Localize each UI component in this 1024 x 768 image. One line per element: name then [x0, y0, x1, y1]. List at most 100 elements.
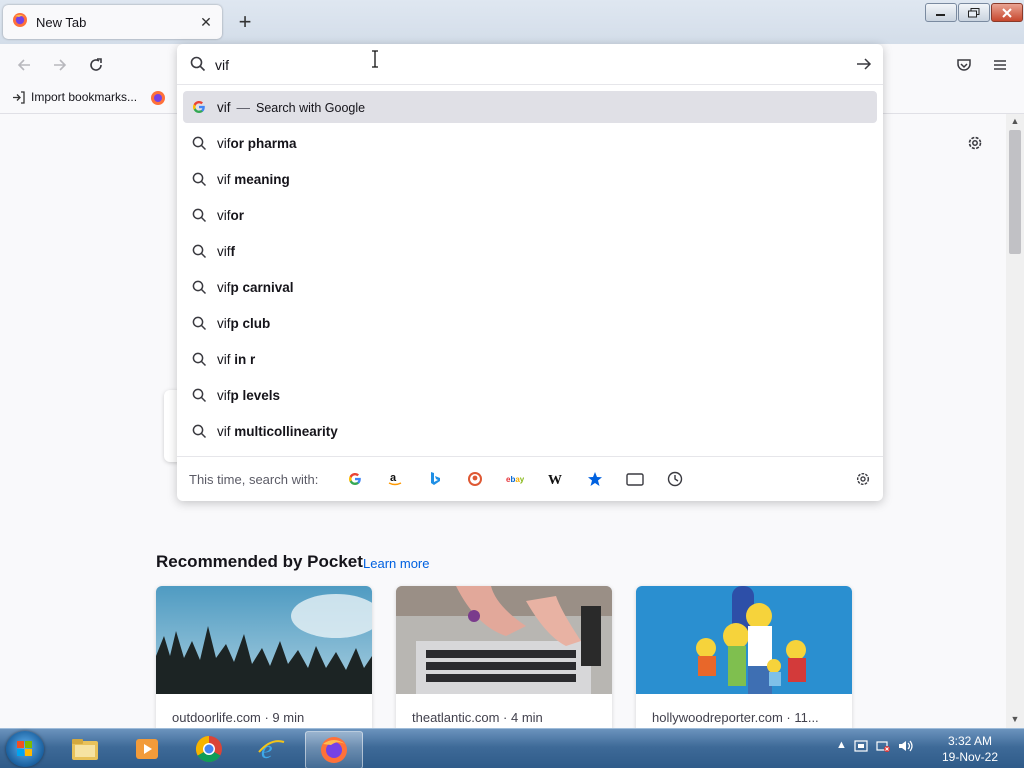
search-icon — [185, 208, 213, 223]
tab-new-tab[interactable]: New Tab ✕ — [3, 5, 222, 39]
close-window-button[interactable] — [991, 3, 1023, 22]
tabs-search-button[interactable] — [625, 469, 645, 489]
suggestion-text: vifp carnival — [217, 279, 294, 295]
search-icon — [185, 352, 213, 367]
pocket-icon — [957, 59, 971, 71]
system-tray: ▲ — [836, 739, 915, 753]
suggestion-text: vifor — [217, 207, 244, 223]
network-icon[interactable] — [875, 739, 891, 753]
bookmarks-search-button[interactable] — [585, 469, 605, 489]
card-source: outdoorlife.com · 9 min — [172, 710, 305, 725]
svg-text:W: W — [548, 473, 562, 486]
wikipedia-engine-button[interactable]: W — [545, 469, 565, 489]
learn-more-link[interactable]: Learn more — [363, 556, 429, 571]
history-search-button[interactable] — [665, 469, 685, 489]
one-off-label: This time, search with: — [189, 472, 319, 487]
minimize-button[interactable] — [925, 3, 957, 22]
pocket-card[interactable]: hollywoodreporter.com · 11... — [636, 586, 852, 736]
minimize-icon — [936, 13, 945, 16]
page-scrollbar[interactable]: ▲ ▼ — [1006, 114, 1024, 728]
taskbar-chrome[interactable] — [181, 731, 237, 767]
back-button[interactable] — [13, 54, 35, 76]
amazon-engine-button[interactable]: a — [385, 469, 405, 489]
taskbar-firefox[interactable] — [305, 731, 363, 768]
import-bookmarks-link[interactable]: Import bookmarks... — [12, 90, 137, 104]
suggestion-item[interactable]: vif multicollinearity — [183, 415, 877, 447]
pocket-card[interactable]: theatlantic.com · 4 min — [396, 586, 612, 736]
pocket-button[interactable] — [953, 54, 975, 76]
reload-icon — [90, 58, 102, 71]
firefox-icon — [321, 737, 347, 763]
duckduckgo-icon — [468, 472, 482, 486]
card-source: hollywoodreporter.com · 11... — [652, 710, 819, 725]
one-off-search-bar: This time, search with: a ebay W — [177, 456, 883, 502]
suggestion-text: vifp club — [217, 315, 271, 331]
search-icon — [185, 388, 213, 403]
app-menu-button[interactable] — [989, 54, 1011, 76]
search-settings-button[interactable] — [853, 469, 873, 489]
go-button[interactable] — [855, 55, 873, 78]
search-icon — [185, 316, 213, 331]
duckduckgo-engine-button[interactable] — [465, 469, 485, 489]
pocket-card[interactable]: outdoorlife.com · 9 min — [156, 586, 372, 736]
tab-icon — [626, 473, 644, 486]
bookmark-item[interactable] — [150, 90, 166, 106]
media-player-icon — [136, 739, 158, 759]
bing-engine-button[interactable] — [425, 469, 445, 489]
suggestion-text: vif multicollinearity — [217, 423, 338, 439]
taskbar-media-player[interactable] — [119, 731, 175, 767]
urlbar-input[interactable]: vif — [177, 44, 883, 85]
suggestion-google-search[interactable]: vif — Search with Google — [183, 91, 877, 123]
search-icon — [185, 172, 213, 187]
screen: New Tab ✕ + Import bookmarks... Recommen… — [0, 0, 1024, 768]
search-icon — [185, 424, 213, 439]
scroll-down-icon[interactable]: ▼ — [1006, 714, 1024, 724]
search-icon — [185, 136, 213, 151]
new-tab-button[interactable]: + — [232, 9, 258, 35]
volume-icon[interactable] — [897, 739, 915, 753]
start-button[interactable] — [6, 731, 44, 767]
suggestion-item[interactable]: viff — [183, 235, 877, 267]
reload-button[interactable] — [85, 54, 107, 76]
google-engine-button[interactable] — [345, 469, 365, 489]
import-bookmarks-label: Import bookmarks... — [31, 90, 138, 104]
suggestion-item[interactable]: vifp club — [183, 307, 877, 339]
svg-text:e: e — [261, 735, 273, 764]
suggestion-item[interactable]: vifp levels — [183, 379, 877, 411]
suggestion-text: vif in r — [217, 351, 256, 367]
ebay-engine-button[interactable]: ebay — [505, 469, 525, 489]
taskbar: e ▲ 3:32 AM 19-Nov-22 — [0, 728, 1024, 768]
suggestion-item[interactable]: vif meaning — [183, 163, 877, 195]
pocket-heading: Recommended by Pocket — [156, 552, 363, 571]
suggestion-text: vifor pharma — [217, 135, 297, 151]
suggestion-item[interactable]: vifor — [183, 199, 877, 231]
action-center-icon[interactable] — [853, 739, 869, 753]
suggestion-item[interactable]: vifor pharma — [183, 127, 877, 159]
scroll-thumb[interactable] — [1009, 130, 1021, 254]
gear-icon — [856, 472, 870, 486]
chrome-icon — [195, 735, 222, 763]
arrow-right-icon — [54, 59, 67, 71]
bing-icon — [431, 472, 440, 485]
taskbar-explorer[interactable] — [57, 731, 113, 767]
tab-close-icon[interactable]: ✕ — [194, 14, 218, 31]
svg-text:a: a — [390, 472, 397, 484]
forward-button[interactable] — [49, 54, 71, 76]
search-icon — [185, 244, 213, 259]
scroll-up-icon[interactable]: ▲ — [1006, 116, 1024, 126]
clock-icon — [667, 471, 683, 487]
suggestion-item[interactable]: vif in r — [183, 343, 877, 375]
restore-icon — [968, 7, 980, 17]
clock[interactable]: 3:32 AM 19-Nov-22 — [930, 733, 1010, 765]
page-settings-button[interactable] — [966, 134, 984, 157]
restore-button[interactable] — [958, 3, 990, 22]
svg-text:ebay: ebay — [506, 475, 524, 484]
star-icon — [588, 472, 602, 486]
windows-logo-icon — [17, 741, 32, 756]
simpsons-image — [636, 586, 852, 694]
amazon-icon: a — [388, 472, 402, 486]
suggestion-item[interactable]: vifp carnival — [183, 271, 877, 303]
arrow-right-icon — [857, 58, 872, 70]
taskbar-internet-explorer[interactable]: e — [243, 731, 299, 767]
show-hidden-icons-icon[interactable]: ▲ — [836, 739, 847, 753]
